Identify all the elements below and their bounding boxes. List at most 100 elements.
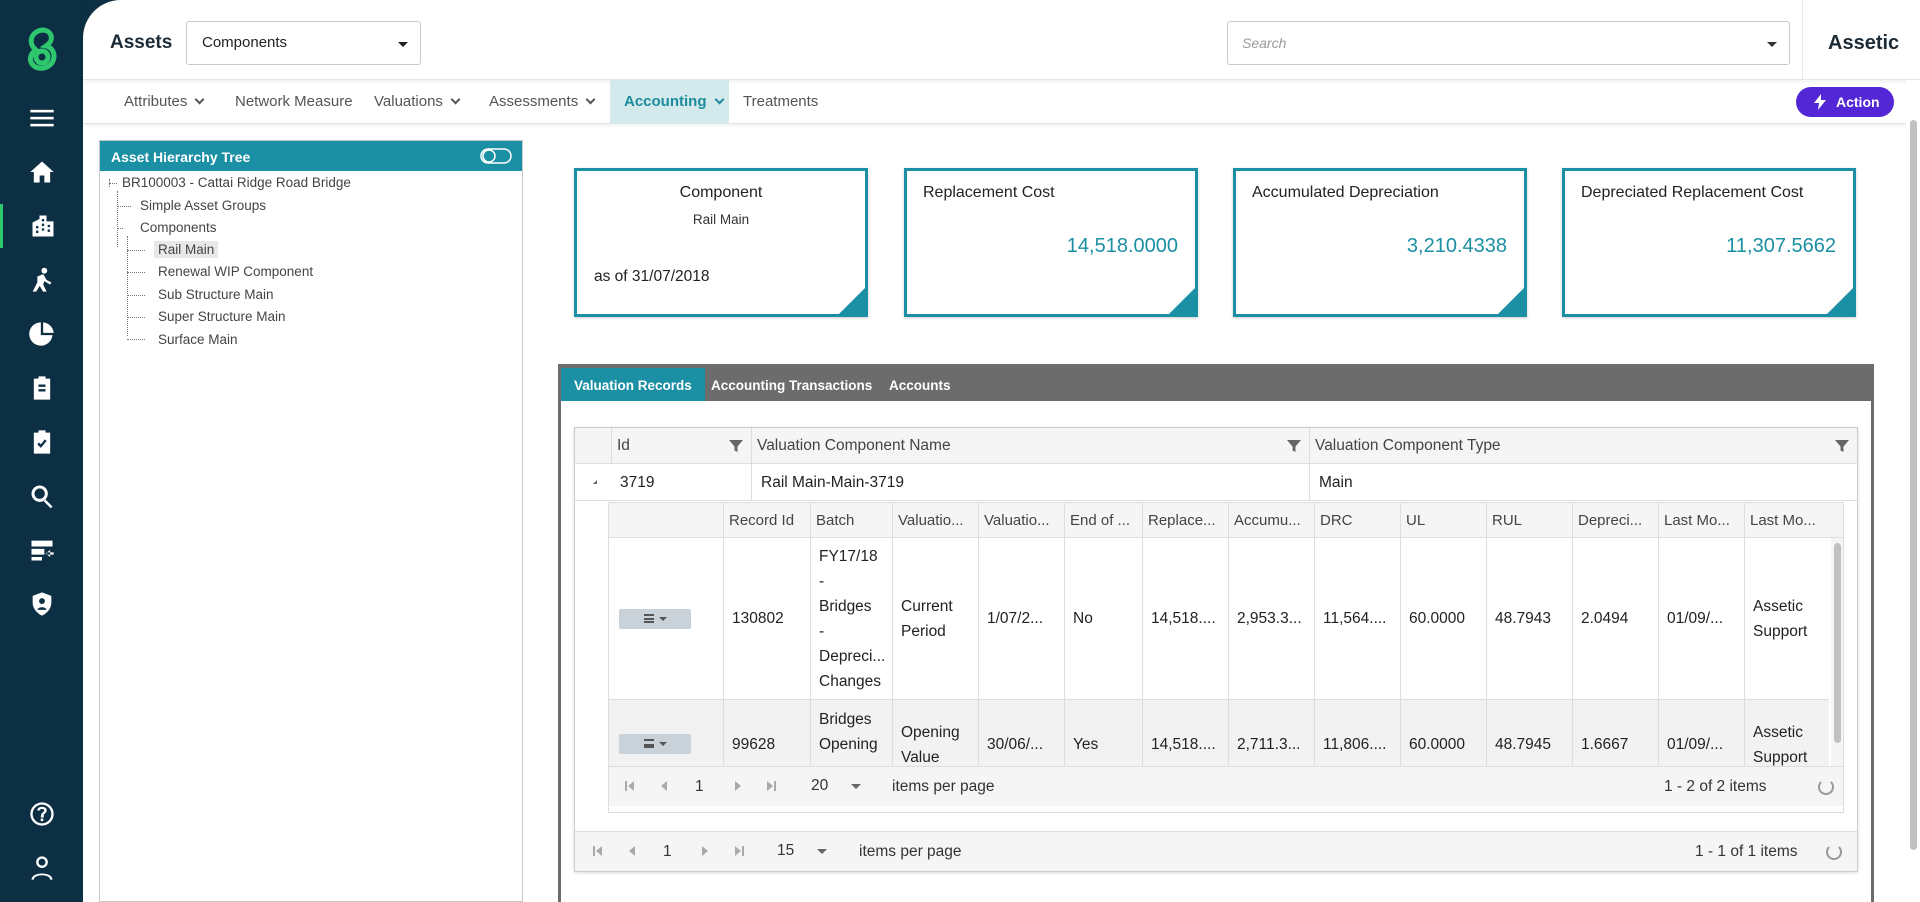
column-header-record-id[interactable]: Record Id: [723, 503, 810, 538]
column-header-valuation-date[interactable]: Valuatio...: [978, 503, 1064, 538]
tree-header: Asset Hierarchy Tree: [100, 141, 522, 171]
next-page-icon[interactable]: [702, 846, 708, 856]
filter-icon[interactable]: [729, 439, 743, 453]
cell-last-modified: 01/09/...: [1658, 700, 1744, 766]
first-page-icon[interactable]: [625, 781, 627, 791]
tree-node-super-structure[interactable]: Super Structure Main: [158, 309, 286, 324]
column-header-depreciation[interactable]: Depreci...: [1572, 503, 1658, 538]
column-header-ul[interactable]: UL: [1400, 503, 1486, 538]
checklist-icon[interactable]: [0, 420, 83, 464]
current-page[interactable]: 1: [663, 843, 672, 861]
collapse-icon[interactable]: [593, 480, 597, 484]
cell-valuation-type: Opening Value: [892, 700, 978, 766]
table-row[interactable]: 3719 Rail Main-Main-3719 Main: [575, 464, 1857, 501]
top-header: Assets Components Search Assetic: [83, 0, 1920, 80]
chevron-down-icon[interactable]: [1767, 42, 1777, 47]
tab-treatments[interactable]: Treatments: [729, 80, 832, 124]
tree-node-root[interactable]: BR100003 - Cattai Ridge Road Bridge: [122, 175, 351, 190]
cell-drc: 11,564....: [1314, 538, 1400, 699]
tree-title: Asset Hierarchy Tree: [111, 149, 251, 165]
row-menu-button[interactable]: [619, 608, 691, 629]
detail-grid-body: 130802 FY17/18- Bridges - Depreci... Changes…: [609, 538, 1843, 766]
clipboard-icon[interactable]: [0, 366, 83, 410]
cell-batch: Bridges Opening: [810, 700, 892, 766]
column-header-accumulated[interactable]: Accumu...: [1228, 503, 1314, 538]
column-header-last-modified[interactable]: Last Mo...: [1658, 503, 1744, 538]
prev-page-icon[interactable]: [661, 781, 667, 791]
tab-accounts[interactable]: Accounts: [876, 368, 964, 401]
column-header-drc[interactable]: DRC: [1314, 503, 1400, 538]
tab-accounting[interactable]: Accounting: [610, 80, 729, 124]
worker-icon[interactable]: [0, 258, 83, 302]
column-header-replacement[interactable]: Replace...: [1142, 503, 1228, 538]
tab-network-measure[interactable]: Network Measure: [221, 80, 367, 124]
action-button[interactable]: Action: [1796, 87, 1894, 117]
tree-node-rail-main[interactable]: Rail Main: [154, 241, 219, 258]
detail-grid-scrollbar[interactable]: [1831, 538, 1843, 766]
component-card[interactable]: Component Rail Main as of 31/07/2018: [574, 168, 868, 317]
search-input[interactable]: Search: [1227, 21, 1790, 65]
page-scrollbar[interactable]: [1906, 80, 1920, 902]
next-page-icon[interactable]: [735, 781, 741, 791]
filter-icon[interactable]: [1835, 439, 1849, 453]
tab-valuations[interactable]: Valuations: [360, 80, 473, 124]
data-import-icon[interactable]: [0, 528, 83, 572]
column-header-name[interactable]: Valuation Component Name: [751, 428, 1309, 464]
column-header-id[interactable]: Id: [611, 428, 751, 464]
column-header-type[interactable]: Valuation Component Type: [1309, 428, 1857, 464]
replacement-cost-card[interactable]: Replacement Cost 14,518.0000: [904, 168, 1198, 317]
cell-rul: 48.7945: [1486, 700, 1572, 766]
help-icon[interactable]: [0, 792, 83, 836]
finance-icon[interactable]: [0, 312, 83, 356]
home-icon[interactable]: [0, 150, 83, 194]
prev-page-icon[interactable]: [629, 846, 635, 856]
module-select[interactable]: Components: [186, 21, 421, 65]
column-header-last-modified-by[interactable]: Last Mo...: [1744, 503, 1830, 538]
tree-node-groups[interactable]: Simple Asset Groups: [140, 198, 266, 213]
building-icon[interactable]: [0, 204, 83, 248]
tab-accounting-transactions[interactable]: Accounting Transactions: [698, 368, 885, 401]
row-menu-button[interactable]: [619, 734, 691, 754]
drc-card[interactable]: Depreciated Replacement Cost 11,307.5662: [1562, 168, 1856, 317]
card-corner-indicator: [1169, 288, 1195, 314]
table-row[interactable]: 130802 FY17/18- Bridges - Depreci... Changes…: [609, 538, 1829, 700]
column-header-batch[interactable]: Batch: [810, 503, 892, 538]
filter-icon[interactable]: [1287, 439, 1301, 453]
user-icon[interactable]: [0, 846, 83, 890]
column-header-valuation-type[interactable]: Valuatio...: [892, 503, 978, 538]
last-page-icon[interactable]: [735, 846, 741, 856]
tree-node-components[interactable]: Components: [140, 220, 217, 235]
page-size-select[interactable]: 20: [799, 771, 869, 801]
tab-assessments[interactable]: Assessments: [475, 80, 608, 124]
page-title: Assets: [110, 32, 173, 53]
column-header-end-of-period[interactable]: End of ...: [1064, 503, 1142, 538]
card-corner-indicator: [839, 288, 865, 314]
first-page-icon[interactable]: [593, 846, 595, 856]
refresh-icon[interactable]: [1818, 779, 1834, 795]
menu-icon[interactable]: [0, 96, 83, 140]
tab-valuation-records[interactable]: Valuation Records: [561, 368, 705, 401]
cell-replacement: 14,518....: [1142, 538, 1228, 699]
refresh-icon[interactable]: [1826, 844, 1842, 860]
tree-node-renewal-wip[interactable]: Renewal WIP Component: [158, 264, 313, 279]
detail-grid: Record Id Batch Valuatio... Valuatio... …: [608, 502, 1844, 813]
cell-last-modified-by: Assetic Support: [1744, 700, 1829, 766]
accumulated-depreciation-card[interactable]: Accumulated Depreciation 3,210.4338: [1233, 168, 1527, 317]
search-icon[interactable]: [0, 474, 83, 518]
cell-record-id: 130802: [723, 538, 810, 699]
cell-accumulated: 2,953.3...: [1228, 538, 1314, 699]
brand-name: Assetic: [1802, 0, 1920, 80]
toggle-icon[interactable]: [480, 147, 512, 165]
column-header-rul[interactable]: RUL: [1486, 503, 1572, 538]
shield-icon[interactable]: [0, 582, 83, 626]
page-size-select[interactable]: 15: [765, 836, 835, 866]
last-page-icon[interactable]: [767, 781, 773, 791]
table-row[interactable]: 99628 Bridges Opening Opening Value 30/06/…: [609, 700, 1829, 766]
tree-node-surface-main[interactable]: Surface Main: [158, 332, 238, 347]
assetic-logo[interactable]: [22, 26, 62, 72]
tab-attributes[interactable]: Attributes: [110, 80, 217, 124]
search-placeholder: Search: [1242, 35, 1287, 51]
current-page[interactable]: 1: [695, 778, 704, 796]
items-per-page-label: items per page: [892, 778, 995, 795]
tree-node-sub-structure[interactable]: Sub Structure Main: [158, 287, 274, 302]
